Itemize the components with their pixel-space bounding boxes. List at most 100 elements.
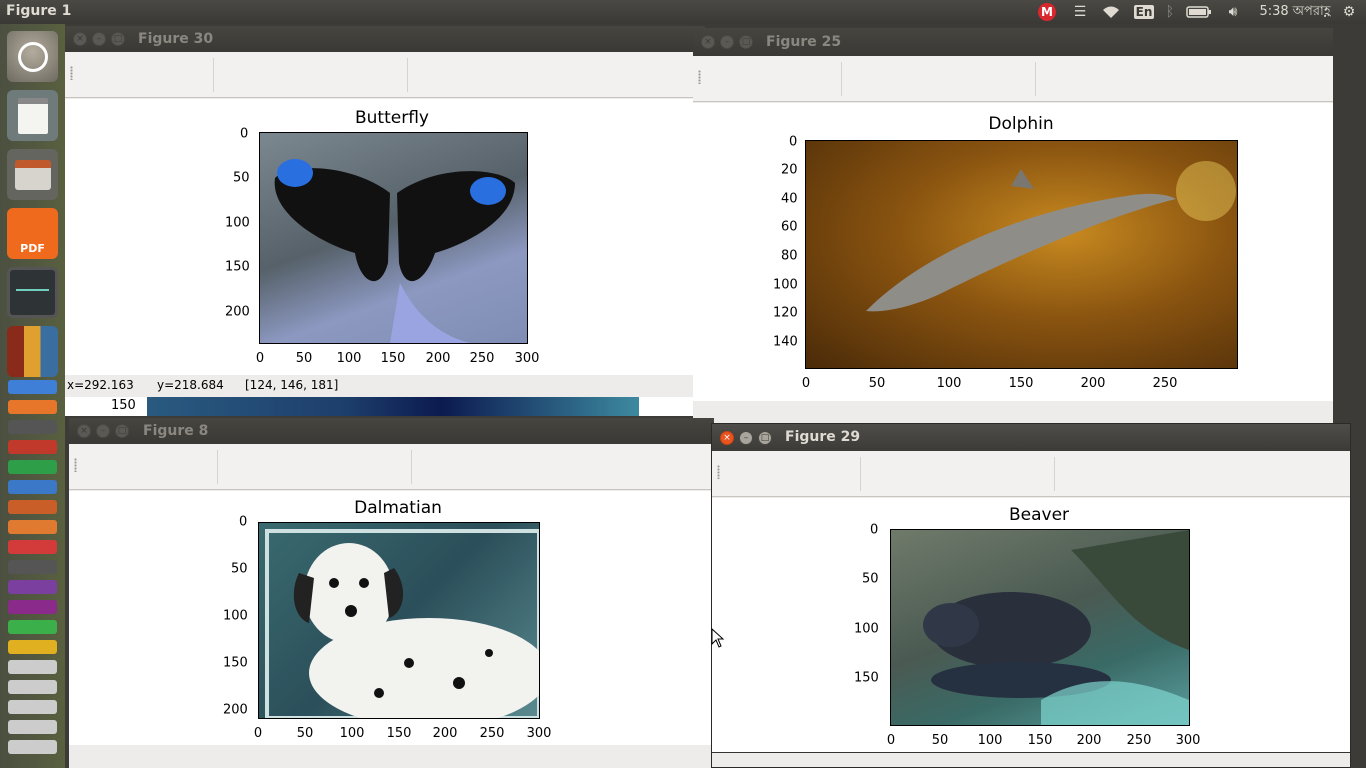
app-launcher-8[interactable] bbox=[8, 680, 57, 694]
window-titlebar[interactable]: × – □ Figure 8 bbox=[69, 418, 714, 444]
toolbar-grip[interactable] bbox=[698, 70, 701, 84]
app-launcher-10[interactable] bbox=[8, 720, 57, 734]
status-bar bbox=[712, 752, 1350, 767]
y-tick-label: 100 bbox=[854, 621, 879, 637]
close-icon[interactable]: × bbox=[73, 32, 87, 46]
figure-toolbar bbox=[69, 444, 714, 490]
pdf-reader-launcher[interactable]: PDF bbox=[7, 208, 58, 259]
toolbar-separator bbox=[841, 62, 842, 96]
software-center-launcher[interactable] bbox=[8, 520, 57, 534]
keyboard-layout-icon[interactable]: En bbox=[1133, 2, 1155, 22]
figure-8-window[interactable]: × – □ Figure 8 Dalmatian 0 50 100 150 20… bbox=[69, 418, 714, 768]
app-launcher-6[interactable] bbox=[8, 620, 57, 634]
y-tick-label: 0 bbox=[239, 514, 248, 530]
clock[interactable]: 5:38 অপরাহ্ণ bbox=[1258, 2, 1332, 22]
figure-canvas[interactable]: Dolphin 0 20 40 60 80 100 120 140 0 50 1… bbox=[693, 103, 1333, 401]
app-launcher-9[interactable] bbox=[8, 700, 57, 714]
chrome-launcher[interactable] bbox=[8, 380, 57, 394]
x-tick-label: 100 bbox=[977, 733, 1003, 748]
ebook-library-launcher[interactable] bbox=[7, 326, 58, 377]
minimize-icon[interactable]: – bbox=[739, 430, 753, 445]
y-tick-label: 100 bbox=[773, 277, 798, 293]
figure-canvas[interactable]: Butterfly 0 50 100 150 200 0 50 100 150 … bbox=[65, 99, 705, 375]
x-tick-label: 150 bbox=[1008, 376, 1034, 391]
app-launcher-3[interactable] bbox=[8, 560, 57, 574]
volume-icon[interactable]: 🔊︎ bbox=[1222, 2, 1244, 22]
dalmatian-image bbox=[258, 522, 549, 728]
maximize-icon[interactable]: □ bbox=[111, 32, 125, 46]
y-tick-label: 60 bbox=[781, 219, 798, 235]
pixel-value-readout: [124, 146, 181] bbox=[245, 378, 339, 392]
close-icon[interactable]: × bbox=[77, 424, 91, 438]
window-title: Figure 25 bbox=[766, 34, 842, 50]
maximize-icon[interactable]: □ bbox=[739, 35, 753, 49]
wifi-icon[interactable] bbox=[1100, 2, 1122, 22]
maximize-icon[interactable]: □ bbox=[758, 430, 772, 445]
firefox-launcher[interactable] bbox=[8, 400, 57, 414]
toolbar-grip[interactable] bbox=[74, 458, 77, 472]
y-tick-label: 0 bbox=[240, 126, 249, 142]
app-launcher-4[interactable] bbox=[8, 580, 57, 594]
spreadsheet-launcher[interactable] bbox=[8, 460, 57, 474]
y-tick-label: 0 bbox=[870, 522, 879, 538]
figure-canvas[interactable]: Beaver 0 50 100 150 0 50 100 150 200 250… bbox=[712, 498, 1350, 752]
notes-indicator-icon[interactable]: ☰ bbox=[1070, 2, 1090, 22]
launcher: PDF bbox=[0, 24, 65, 768]
beaver-image bbox=[890, 529, 1190, 726]
app-title: Figure 1 bbox=[6, 3, 72, 19]
butterfly-image bbox=[259, 132, 528, 344]
y-tick-label: 100 bbox=[223, 608, 248, 624]
dash-home-button[interactable] bbox=[7, 31, 58, 82]
minimize-icon[interactable]: – bbox=[96, 424, 110, 438]
figure-canvas[interactable]: Dalmatian 0 50 100 150 200 0 50 100 150 … bbox=[69, 491, 714, 745]
figure-25-window[interactable]: × – □ Figure 25 Dolphin 0 20 40 60 80 10… bbox=[693, 28, 1333, 423]
files-launcher[interactable] bbox=[7, 149, 58, 200]
figure-30-window[interactable]: × – □ Figure 30 Butterfly 0 50 100 150 2… bbox=[65, 26, 705, 416]
impress-launcher[interactable] bbox=[8, 500, 57, 514]
x-tick-label: 50 bbox=[295, 351, 313, 366]
figure-29-window[interactable]: × – □ Figure 29 Beaver 0 50 100 150 0 50… bbox=[711, 423, 1351, 768]
gear-icon[interactable]: ⚙ bbox=[1338, 2, 1360, 22]
app-launcher-1[interactable] bbox=[8, 440, 57, 454]
x-tick-label: 0 bbox=[886, 733, 896, 748]
y-tick-label: 200 bbox=[225, 304, 250, 320]
window-title: Figure 29 bbox=[785, 429, 861, 445]
app-launcher-2[interactable] bbox=[8, 540, 57, 554]
trash-launcher[interactable] bbox=[8, 740, 57, 754]
x-tick-label: 250 bbox=[1126, 733, 1152, 748]
toolbar-grip[interactable] bbox=[70, 66, 73, 80]
window-titlebar[interactable]: × – □ Figure 25 bbox=[693, 28, 1333, 56]
writer-launcher[interactable] bbox=[8, 480, 57, 494]
mega-sync-icon[interactable]: M bbox=[1037, 2, 1057, 22]
minimize-icon[interactable]: – bbox=[92, 32, 106, 46]
x-tick-label: 150 bbox=[386, 726, 412, 741]
mouse-pointer-icon bbox=[711, 628, 725, 648]
app-launcher-7[interactable] bbox=[8, 640, 57, 654]
bluetooth-icon[interactable]: ᛒ bbox=[1162, 2, 1178, 22]
x-tick-label: 100 bbox=[936, 376, 962, 391]
app-launcher-5[interactable] bbox=[8, 600, 57, 614]
plot-title: Butterfly bbox=[355, 108, 429, 128]
x-tick-label: 0 bbox=[255, 351, 265, 366]
y-tick-label: 40 bbox=[781, 191, 798, 207]
y-tick-label: 50 bbox=[233, 170, 250, 186]
system-monitor-launcher[interactable] bbox=[7, 267, 58, 318]
battery-icon[interactable] bbox=[1186, 2, 1212, 22]
toolbar-grip[interactable] bbox=[717, 465, 720, 479]
pulse-icon bbox=[16, 289, 49, 291]
status-bar bbox=[693, 401, 1333, 423]
figure-toolbar bbox=[65, 52, 705, 98]
y-tick-label: 200 bbox=[223, 702, 248, 718]
terminal-launcher[interactable] bbox=[8, 420, 57, 434]
x-tick-label: 0 bbox=[253, 726, 263, 741]
window-titlebar[interactable]: × – □ Figure 30 bbox=[65, 26, 705, 52]
close-icon[interactable]: × bbox=[701, 35, 715, 49]
text-editor-launcher[interactable] bbox=[7, 90, 58, 141]
maximize-icon[interactable]: □ bbox=[115, 424, 129, 438]
window-titlebar[interactable]: × – □ Figure 29 bbox=[712, 424, 1350, 451]
x-tick-label: 200 bbox=[1076, 733, 1102, 748]
minimize-icon[interactable]: – bbox=[720, 35, 734, 49]
close-icon[interactable]: × bbox=[720, 430, 734, 445]
hidden-figure-strip: 150 bbox=[65, 397, 705, 416]
workspace-switcher[interactable] bbox=[8, 660, 57, 674]
